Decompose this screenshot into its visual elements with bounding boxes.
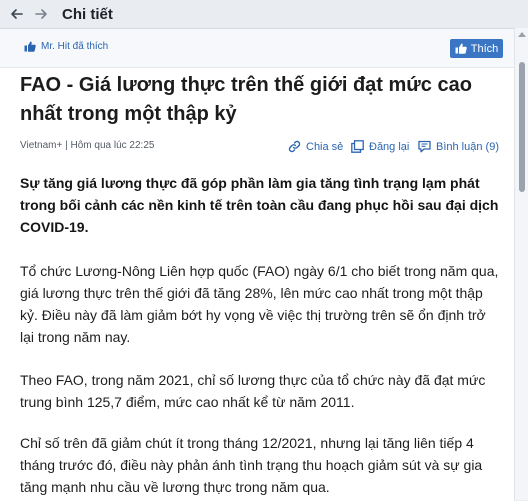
liked-by[interactable]: Mr. Hit đã thích [24, 41, 108, 52]
copy-icon [351, 140, 364, 153]
window-title: Chi tiết [62, 5, 113, 23]
comment-button[interactable]: Bình luận (9) [418, 140, 499, 153]
like-button[interactable]: Thích [450, 39, 503, 58]
article-paragraph: Chỉ số trên đã giảm chút ít trong tháng … [20, 435, 483, 495]
arrow-left-icon [11, 9, 23, 19]
like-bar: Mr. Hit đã thích Thích [0, 29, 514, 68]
title-bar: Chi tiết [0, 0, 528, 28]
article-paragraph: Theo FAO, trong năm 2021, chỉ số lương t… [20, 372, 486, 410]
thumbs-up-icon [24, 41, 36, 52]
forward-button[interactable] [30, 3, 52, 25]
article-panel: Mr. Hit đã thích Thích FAO - Giá lương t… [0, 28, 514, 501]
article-paragraph: Tổ chức Lương-Nông Liên hợp quốc (FAO) n… [20, 263, 499, 345]
share-label: Chia sẻ [306, 140, 344, 153]
thumbs-up-icon [455, 43, 467, 54]
share-button[interactable]: Chia sẻ [288, 140, 343, 153]
article-lead: Sự tăng giá lương thực đã góp phần làm g… [20, 175, 499, 235]
article-title: FAO - Giá lương thực trên thế giới đạt m… [20, 74, 472, 125]
vertical-scrollbar[interactable] [514, 28, 528, 500]
scroll-up-arrow-icon[interactable] [518, 32, 526, 37]
liked-by-text: Mr. Hit đã thích [41, 41, 109, 52]
arrow-right-icon [35, 9, 47, 19]
repost-label: Đăng lại [369, 140, 410, 153]
repost-button[interactable]: Đăng lại [351, 140, 409, 153]
link-icon [288, 140, 301, 153]
comment-label: Bình luận (9) [436, 140, 499, 153]
like-button-label: Thích [470, 42, 499, 55]
back-button[interactable] [6, 3, 28, 25]
article-actions: Chia sẻ Đăng lại Bình luận (9) [0, 140, 514, 156]
speech-bubble-icon [418, 140, 431, 153]
scroll-thumb[interactable] [519, 62, 525, 192]
